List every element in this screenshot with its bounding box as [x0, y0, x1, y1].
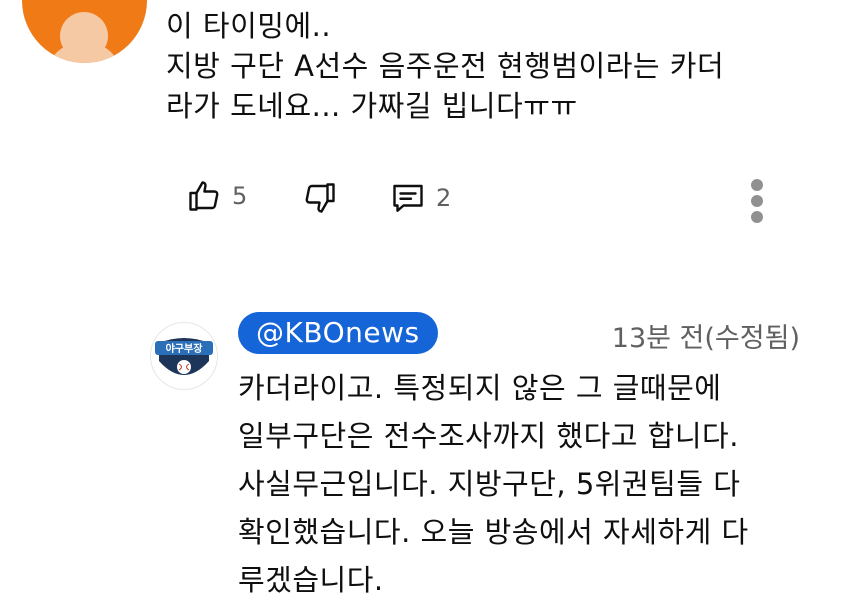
dislike-button[interactable] [302, 180, 338, 216]
reply-button[interactable]: 2 [390, 180, 451, 216]
reply-line: 카더라이고. 특정되지 않은 그 글때문에 [238, 371, 722, 405]
commenter-avatar[interactable] [22, 0, 147, 63]
reply-timestamp: 13분 전(수정됨) [611, 323, 800, 354]
reply-line: 확인했습니다. 오늘 방송에서 자세하게 다 [238, 515, 749, 549]
reply-line: 루겠습니다. [238, 563, 384, 597]
kbonews-avatar[interactable]: 야구부장 [150, 322, 218, 390]
like-button[interactable]: 5 [186, 178, 247, 214]
comment-line: 지방 구단 A선수 음주운전 현행범이라는 카더 [166, 49, 725, 83]
like-count: 5 [232, 182, 248, 210]
reply-count: 2 [436, 184, 452, 212]
reply-author-handle[interactable]: @KBOnews [238, 312, 438, 354]
avatar-logo-text: 야구부장 [166, 342, 204, 355]
reply-body: 카더라이고. 특정되지 않은 그 글때문에 일부구단은 전수조사까지 했다고 합… [238, 364, 838, 604]
comment-body: 이 타이밍에.. 지방 구단 A선수 음주운전 현행범이라는 카더 라가 도네요… [166, 6, 816, 126]
thumb-down-icon [305, 183, 335, 213]
comment-line: 이 타이밍에.. [166, 9, 332, 43]
channel-logo-icon: 야구부장 [155, 338, 213, 375]
reply-icon [393, 184, 423, 212]
thumb-up-icon [189, 181, 219, 211]
avatar-shoulder-shape [48, 42, 120, 63]
comment-line: 라가 도네요... 가짜길 빕니다ㅠㅠ [166, 89, 578, 123]
more-options-button[interactable] [746, 179, 768, 223]
reply-line: 사실무근입니다. 지방구단, 5위권팀들 다 [238, 467, 741, 501]
reply-line: 일부구단은 전수조사까지 했다고 합니다. [238, 419, 739, 453]
